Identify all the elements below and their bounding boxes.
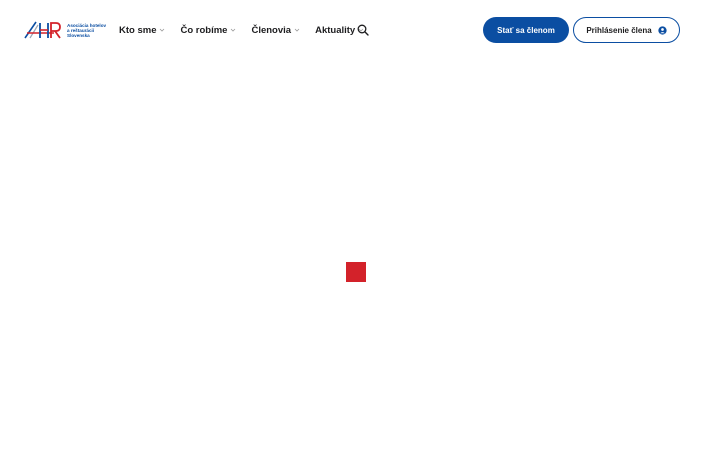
logo-line-3: Slovenska bbox=[67, 32, 90, 38]
logo-text: Asociácia hotelov a reštaurácií Slovensk… bbox=[67, 23, 106, 38]
chevron-down-icon bbox=[231, 28, 236, 32]
become-member-label: Stať sa členom bbox=[497, 25, 555, 35]
logo[interactable]: Asociácia hotelov a reštaurácií Slovensk… bbox=[24, 19, 110, 41]
chevron-down-icon bbox=[294, 28, 300, 32]
nav-item-label: Členovia bbox=[251, 24, 292, 36]
nav-item-clenovia[interactable]: Členovia bbox=[251, 25, 300, 36]
main-nav: Kto sme Čo robíme Členovia Aktuality bbox=[119, 22, 379, 38]
loading-indicator bbox=[346, 262, 366, 282]
member-login-label: Prihlásenie člena bbox=[586, 25, 652, 35]
search-icon[interactable] bbox=[357, 24, 369, 36]
member-login-button[interactable]: Prihlásenie člena bbox=[573, 17, 680, 43]
nav-item-label: Aktuality bbox=[315, 24, 356, 36]
become-member-button[interactable]: Stať sa členom bbox=[483, 17, 569, 43]
chevron-down-icon bbox=[160, 28, 165, 32]
ahr-logo-mark-icon bbox=[24, 21, 61, 39]
nav-item-kto-sme[interactable]: Kto sme bbox=[119, 25, 165, 36]
nav-item-co-robime[interactable]: Čo robíme bbox=[180, 25, 236, 36]
nav-item-label: Čo robíme bbox=[180, 24, 228, 36]
user-icon bbox=[658, 25, 667, 35]
site-header: Asociácia hotelov a reštaurácií Slovensk… bbox=[0, 0, 720, 60]
nav-item-label: Kto sme bbox=[119, 24, 157, 36]
